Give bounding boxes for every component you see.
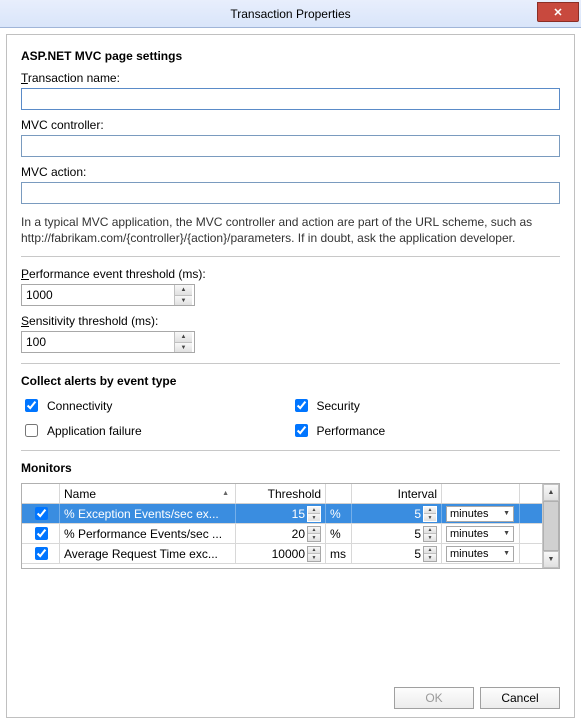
label-sens-threshold: Sensitivity threshold (ms): <box>21 314 560 328</box>
spin-up-icon[interactable]: ▲ <box>175 332 192 343</box>
grid-header-threshold[interactable]: Threshold <box>236 484 326 503</box>
row-interval-unit[interactable]: minutes▼ <box>442 524 520 543</box>
row-interval-unit[interactable]: minutes▼ <box>442 544 520 563</box>
grid-header-check <box>22 484 60 503</box>
chevron-down-icon: ▼ <box>503 550 510 557</box>
cancel-button[interactable]: Cancel <box>480 687 560 709</box>
row-threshold[interactable]: 20▲▼ <box>236 524 326 543</box>
performance-checkbox[interactable] <box>295 424 308 437</box>
row-threshold[interactable]: 10000▲▼ <box>236 544 326 563</box>
title-bar: Transaction Properties ✕ <box>0 0 581 28</box>
divider-2 <box>21 363 560 364</box>
chevron-down-icon: ▼ <box>503 530 510 537</box>
table-row[interactable]: % Exception Events/sec ex...15▲▼%5▲▼minu… <box>22 504 542 524</box>
grid-header-interval[interactable]: Interval <box>352 484 442 503</box>
section-monitors-heading: Monitors <box>21 461 560 475</box>
row-checkbox[interactable] <box>35 527 48 540</box>
threshold-spinner[interactable]: ▲▼ <box>307 526 321 542</box>
label-perf-threshold: Performance event threshold (ms): <box>21 267 560 281</box>
section-mvc-heading: ASP.NET MVC page settings <box>21 49 560 63</box>
window-title: Transaction Properties <box>230 7 350 21</box>
row-threshold-unit: ms <box>326 544 352 563</box>
interval-unit-dropdown[interactable]: minutes▼ <box>446 546 514 562</box>
threshold-spinner[interactable]: ▲▼ <box>307 546 321 562</box>
grid-scrollbar[interactable]: ▲ ▼ <box>542 484 559 568</box>
close-icon: ✕ <box>553 6 562 19</box>
table-row[interactable]: Average Request Time exc...10000▲▼ms5▲▼m… <box>22 544 542 564</box>
scroll-up-icon[interactable]: ▲ <box>543 484 559 501</box>
connectivity-checkbox[interactable] <box>25 399 38 412</box>
label-transaction-name: Transaction name: <box>21 71 560 85</box>
spin-down-icon[interactable]: ▼ <box>175 296 192 306</box>
mvc-description-text: In a typical MVC application, the MVC co… <box>21 214 560 246</box>
close-button[interactable]: ✕ <box>537 2 579 22</box>
appfailure-checkbox[interactable] <box>25 424 38 437</box>
label-mvc-controller: MVC controller: <box>21 118 560 132</box>
monitors-grid: Name ▲ Threshold Interval % Exception Ev… <box>21 483 560 569</box>
connectivity-label: Connectivity <box>47 399 112 413</box>
row-checkbox[interactable] <box>35 547 48 560</box>
chevron-down-icon: ▼ <box>503 510 510 517</box>
divider-1 <box>21 256 560 257</box>
row-checkbox[interactable] <box>35 507 48 520</box>
row-threshold-unit: % <box>326 504 352 523</box>
sort-asc-icon: ▲ <box>222 490 229 497</box>
sens-threshold-input[interactable] <box>22 332 174 352</box>
performance-label: Performance <box>317 424 386 438</box>
divider-3 <box>21 450 560 451</box>
row-threshold[interactable]: 15▲▼ <box>236 504 326 523</box>
row-name: % Exception Events/sec ex... <box>60 504 236 523</box>
mvc-controller-input[interactable] <box>21 135 560 157</box>
spin-down-icon[interactable]: ▼ <box>175 343 192 353</box>
row-interval[interactable]: 5▲▼ <box>352 524 442 543</box>
ok-button[interactable]: OK <box>394 687 474 709</box>
grid-header-thresh-unit <box>326 484 352 503</box>
transaction-name-input[interactable] <box>21 88 560 110</box>
sens-threshold-spinner[interactable]: ▲ ▼ <box>21 331 195 353</box>
row-name: Average Request Time exc... <box>60 544 236 563</box>
section-alerts-heading: Collect alerts by event type <box>21 374 560 388</box>
grid-header-name[interactable]: Name ▲ <box>60 484 236 503</box>
grid-header-row: Name ▲ Threshold Interval <box>22 484 542 504</box>
mvc-action-input[interactable] <box>21 182 560 204</box>
dialog-body: ASP.NET MVC page settings Transaction na… <box>6 34 575 718</box>
threshold-spinner[interactable]: ▲▼ <box>307 506 321 522</box>
label-mvc-action: MVC action: <box>21 165 560 179</box>
perf-threshold-spinner[interactable]: ▲ ▼ <box>21 284 195 306</box>
row-name: % Performance Events/sec ... <box>60 524 236 543</box>
grid-header-interval-unit <box>442 484 520 503</box>
row-interval[interactable]: 5▲▼ <box>352 504 442 523</box>
interval-unit-dropdown[interactable]: minutes▼ <box>446 506 514 522</box>
security-checkbox[interactable] <box>295 399 308 412</box>
row-interval[interactable]: 5▲▼ <box>352 544 442 563</box>
row-interval-unit[interactable]: minutes▼ <box>442 504 520 523</box>
scroll-down-icon[interactable]: ▼ <box>543 551 559 568</box>
interval-spinner[interactable]: ▲▼ <box>423 546 437 562</box>
spin-up-icon[interactable]: ▲ <box>175 285 192 296</box>
interval-spinner[interactable]: ▲▼ <box>423 506 437 522</box>
interval-spinner[interactable]: ▲▼ <box>423 526 437 542</box>
table-row[interactable]: % Performance Events/sec ...20▲▼%5▲▼minu… <box>22 524 542 544</box>
appfailure-label: Application failure <box>47 424 142 438</box>
interval-unit-dropdown[interactable]: minutes▼ <box>446 526 514 542</box>
security-label: Security <box>317 399 360 413</box>
scroll-thumb[interactable] <box>543 501 559 551</box>
perf-threshold-input[interactable] <box>22 285 174 305</box>
row-threshold-unit: % <box>326 524 352 543</box>
